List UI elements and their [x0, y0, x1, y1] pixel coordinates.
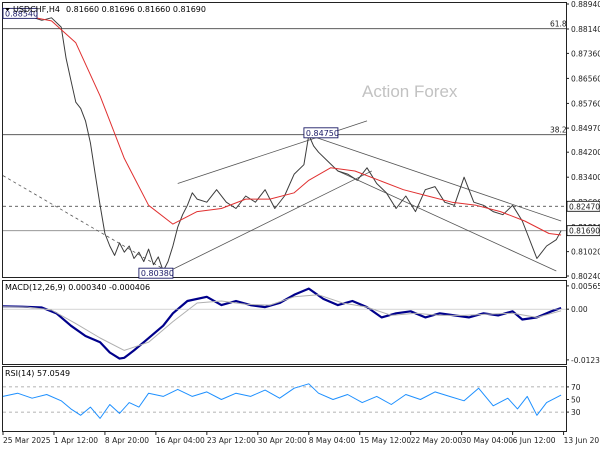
y-tick-label: 0.84970	[571, 124, 600, 133]
watermark-text: Action Forex	[362, 82, 458, 101]
y-tick-label: 30	[571, 408, 581, 417]
y-tick-label: 0.88140	[571, 25, 600, 34]
x-tick-label: 30 Apr 20:00	[258, 436, 307, 445]
y-tick-label: 0.87360	[571, 49, 600, 58]
price-panel-frame	[2, 2, 567, 278]
y-tick-label: 0.81020	[571, 248, 600, 257]
swing-price-label: 0.84750	[306, 129, 339, 138]
x-tick-label: 25 Mar 2025	[3, 436, 51, 445]
swing-price-label: 0.80380	[141, 269, 174, 278]
y-tick-label: 0.83400	[571, 173, 600, 182]
chart-stage: Action Forex 0.88940 0.88140 0.87360 0.8656…	[2, 0, 600, 445]
x-axis: 25 Mar 2025 1 Apr 12:00 8 Apr 20:00 16 Apr …	[2, 432, 600, 445]
rsi-panel-frame	[2, 366, 567, 432]
x-tick-label: 22 May 20:00	[411, 436, 463, 445]
y-tick-label: 50	[571, 396, 581, 405]
x-tick-label: 6 Jun 12:00	[513, 436, 556, 445]
macd-title: MACD(12,26,9) 0.000340 -0.000406	[5, 283, 150, 292]
x-tick-label: 8 May 04:00	[309, 436, 356, 445]
x-tick-label: 16 Apr 04:00	[156, 436, 205, 445]
y-tick-label: 0.00	[571, 305, 588, 314]
rsi-title: RSI(14) 57.0549	[5, 369, 70, 378]
y-tick-label: -0.012301	[571, 356, 600, 365]
y-tick-label: 0.84200	[571, 148, 600, 157]
x-tick-label: 1 Apr 12:00	[54, 436, 98, 445]
price-tag-label: 0.82470	[569, 202, 600, 211]
x-tick-label: 23 Apr 12:00	[207, 436, 256, 445]
x-tick-label: 30 May 04:00	[462, 436, 514, 445]
y-tick-label: 0.85760	[571, 99, 600, 108]
ohlc-readout: 0.81660 0.81696 0.81660 0.81690	[66, 5, 206, 14]
price-tag-label: 0.81690	[569, 227, 600, 236]
symbol-title: USDCHF,H4	[13, 5, 60, 14]
y-tick-label: 70	[571, 383, 581, 392]
macd-panel-frame	[2, 280, 567, 365]
fib-level-label: 38.2	[550, 126, 567, 135]
y-tick-label: 0.86560	[571, 74, 600, 83]
x-tick-label: 8 Apr 20:00	[105, 436, 149, 445]
price-panel-header: USDCHF,H4 0.81660 0.81696 0.81660 0.8169…	[5, 5, 206, 14]
x-tick-label: 15 May 12:00	[360, 436, 412, 445]
y-tick-label: 0.005659	[571, 282, 600, 291]
fib-level-label: 61.8	[550, 20, 567, 29]
y-tick-label: 0.80240	[571, 272, 600, 281]
y-tick-label: 0.88940	[571, 0, 600, 9]
x-tick-label: 13 Jun 20:00	[564, 436, 600, 445]
